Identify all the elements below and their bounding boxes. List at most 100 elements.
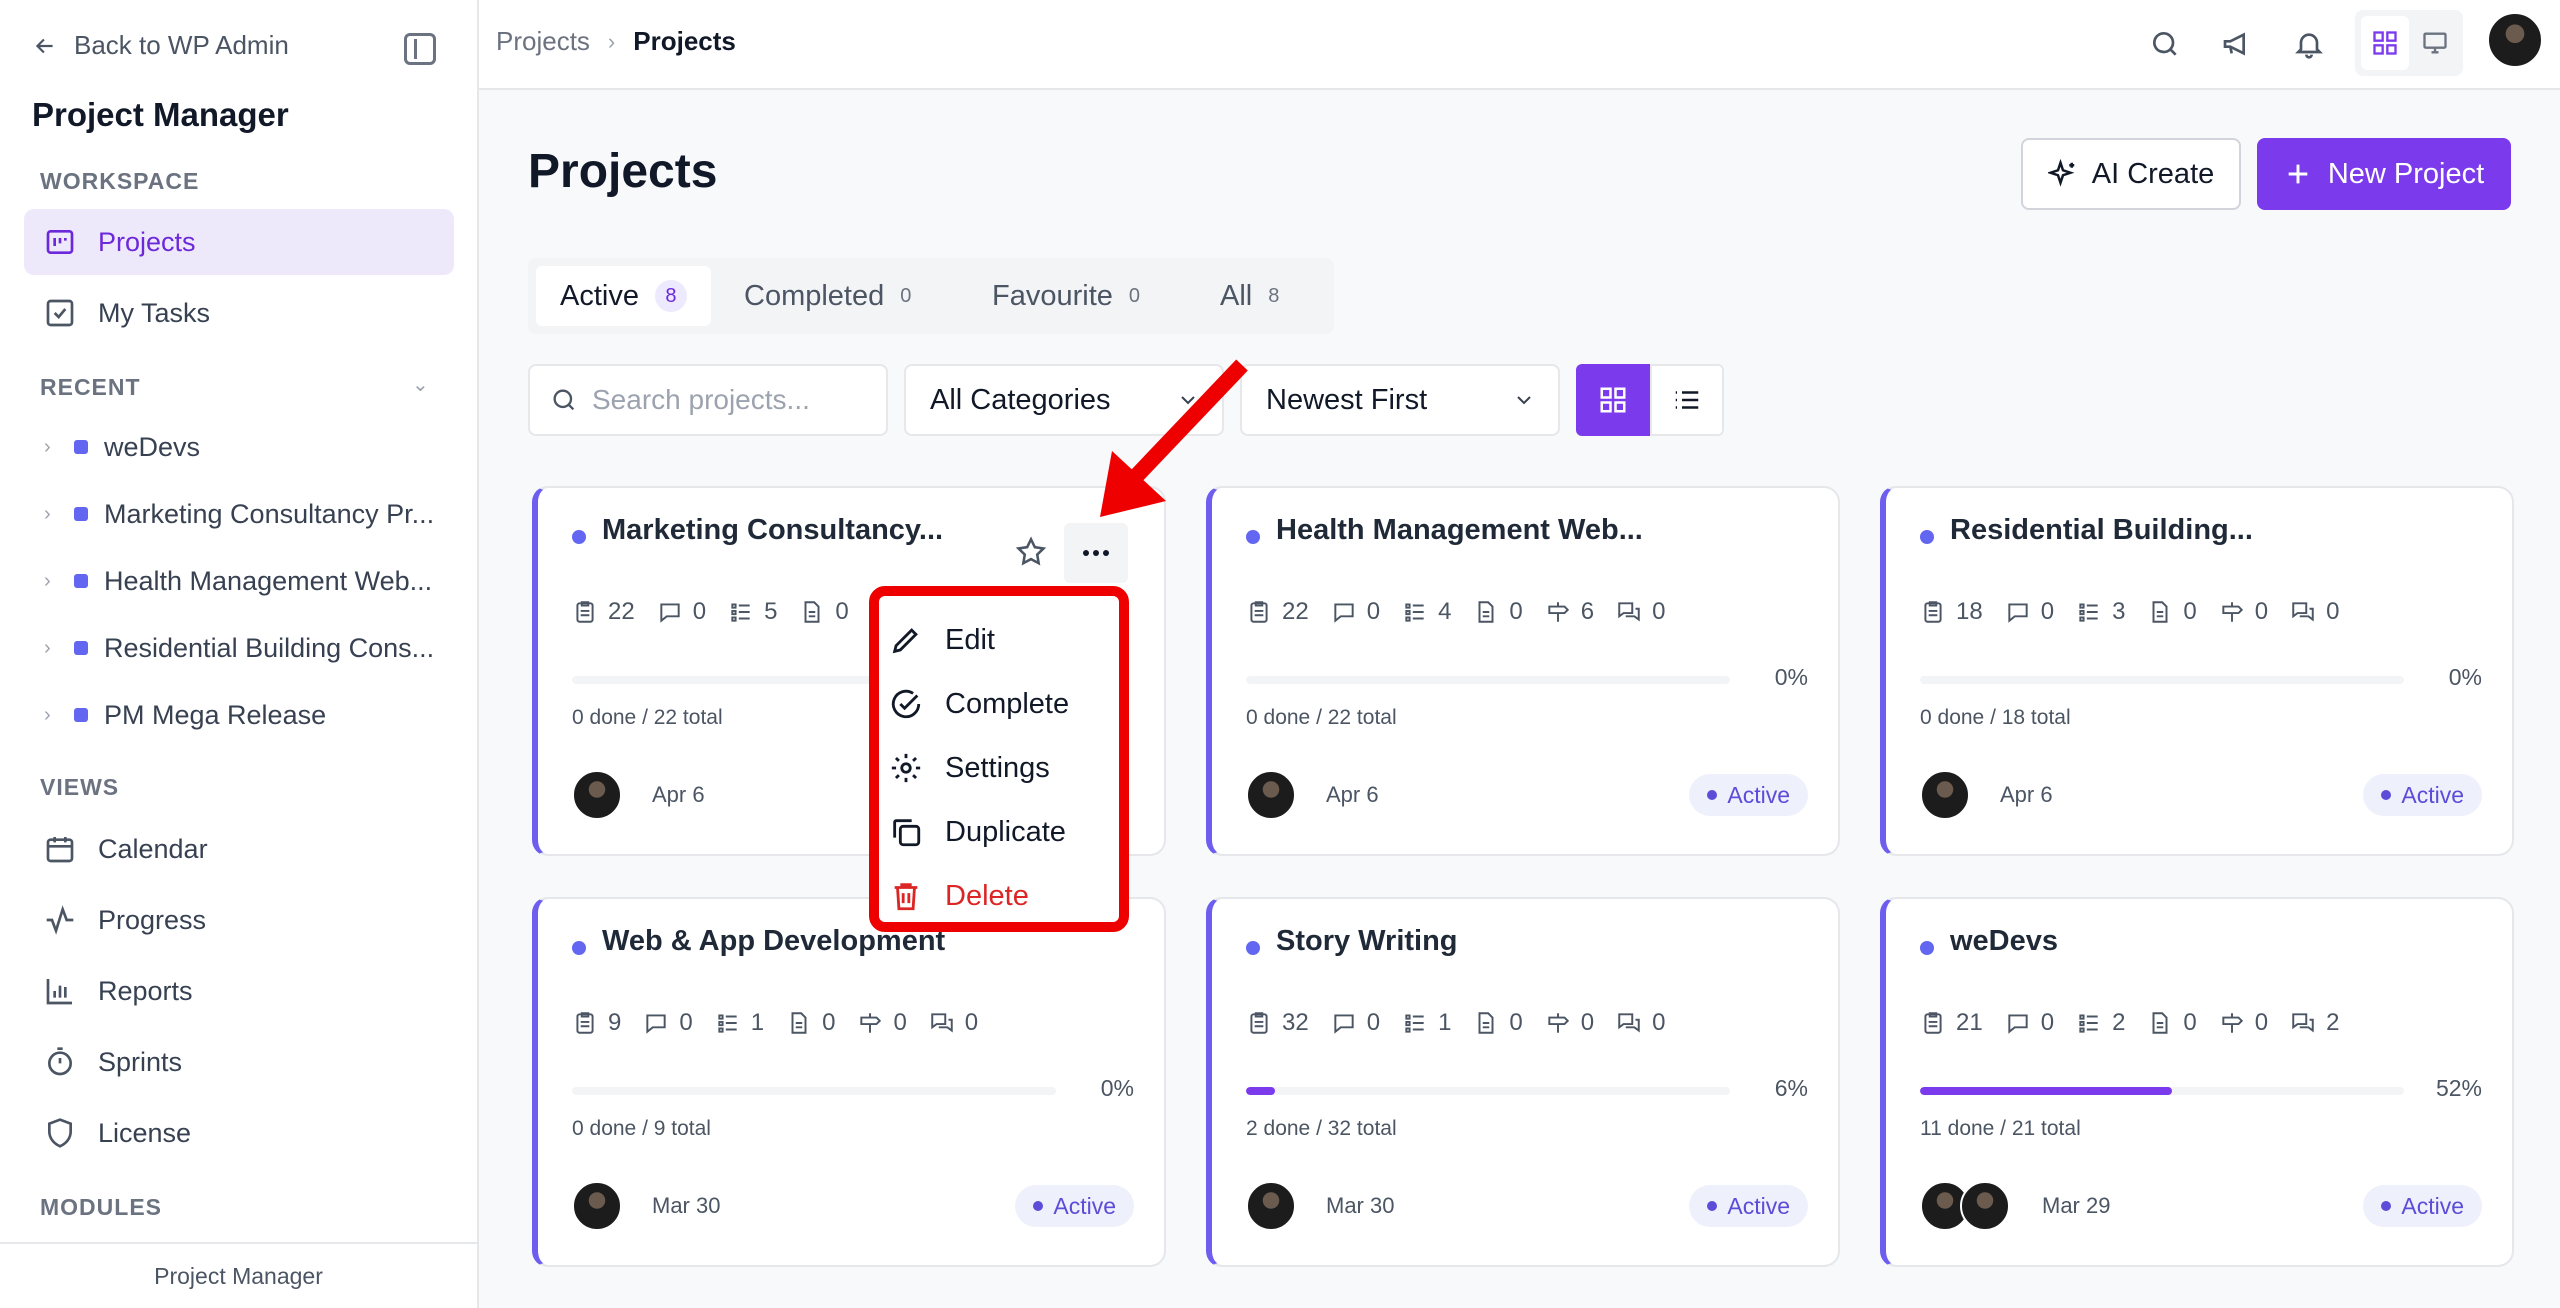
project-stat: 0 <box>799 598 849 626</box>
sort-select[interactable]: Newest First <box>1240 364 1560 436</box>
project-color-square <box>74 507 88 521</box>
recent-item[interactable]: › Residential Building Cons... <box>44 623 454 673</box>
menu-item-edit[interactable]: Edit <box>889 612 1109 668</box>
stat-value: 2 <box>2326 1009 2340 1036</box>
recent-item[interactable]: › Marketing Consultancy Pr... <box>44 489 454 539</box>
discussion-icon <box>1618 1013 1640 1033</box>
search-icon[interactable] <box>2143 22 2187 66</box>
sidebar-item-projects[interactable]: Projects <box>24 209 454 275</box>
recent-item[interactable]: › weDevs <box>44 422 454 472</box>
progress-fill <box>1246 1087 1276 1095</box>
progress-bar <box>1920 1087 2404 1095</box>
project-color-square <box>74 574 88 588</box>
tasks-checkbox-icon <box>46 299 74 327</box>
search-input[interactable] <box>592 384 872 416</box>
dashboard-view-icon[interactable] <box>2361 16 2409 70</box>
bell-icon[interactable] <box>2287 22 2331 66</box>
milestone-icon <box>1548 602 1569 622</box>
project-card[interactable]: Health Management Web... 22 0 4 0 6 0 0% 0 do… <box>1206 486 1840 856</box>
breadcrumb: Projects › Projects <box>496 26 736 57</box>
menu-item-settings[interactable]: Settings <box>889 740 1109 796</box>
tab-active[interactable]: Active 8 <box>536 266 711 326</box>
stat-value: 0 <box>1509 598 1523 625</box>
collapse-sidebar-icon[interactable] <box>404 33 436 65</box>
stat-value: 0 <box>1509 1009 1523 1036</box>
search-box <box>528 364 888 436</box>
ai-create-button[interactable]: AI Create <box>2021 138 2241 210</box>
stat-value: 0 <box>2254 1009 2269 1036</box>
project-card[interactable]: Web & App Development 901000 0% 0 done /… <box>532 897 1166 1267</box>
project-stat: 0 <box>1331 598 1380 626</box>
sidebar-item-license[interactable]: License <box>24 1100 454 1166</box>
tab-all[interactable]: All 8 <box>1196 266 1303 326</box>
stat-value: 0 <box>822 1009 836 1036</box>
project-title[interactable]: weDevs <box>1950 925 2058 958</box>
project-stat: 0 <box>2005 598 2054 626</box>
user-avatar[interactable] <box>2487 12 2543 68</box>
tab-label: Completed <box>744 279 885 312</box>
project-stat: 18 <box>1920 598 1983 626</box>
sidebar-item-progress[interactable]: Progress <box>24 887 454 953</box>
top-bar: Projects › Projects <box>479 0 2560 90</box>
tab-completed[interactable]: Completed 0 <box>720 266 935 326</box>
project-title[interactable]: Residential Building... <box>1950 514 2253 547</box>
megaphone-icon[interactable] <box>2215 22 2259 66</box>
more-options-button[interactable] <box>1064 523 1128 583</box>
recent-item[interactable]: › PM Mega Release <box>44 690 454 740</box>
project-title[interactable]: Story Writing <box>1276 925 1458 958</box>
timer-icon <box>48 1047 72 1076</box>
project-stat: 3 <box>2076 598 2125 626</box>
project-date: Apr 6 <box>2000 782 2053 807</box>
clipboard-icon <box>576 1012 594 1034</box>
monitor-view-icon[interactable] <box>2411 16 2459 70</box>
sidebar-item-sprints[interactable]: Sprints <box>24 1029 454 1095</box>
project-card[interactable]: Residential Building... 18 0 3 0 0 0 0% 0 don… <box>1880 486 2514 856</box>
project-stat: 21 <box>1920 1009 1983 1037</box>
gear-icon <box>891 753 921 783</box>
project-stat: 0 <box>2219 598 2268 626</box>
grid-view-button[interactable] <box>1576 364 1650 436</box>
recent-item[interactable]: › Health Management Web... <box>44 556 454 606</box>
project-date: Apr 6 <box>652 782 705 807</box>
member-avatar[interactable] <box>1920 770 1970 820</box>
menu-item-label: Edit <box>945 623 995 656</box>
tab-favourite[interactable]: Favourite 0 <box>968 266 1164 326</box>
sidebar-item-calendar[interactable]: Calendar <box>24 816 454 882</box>
member-avatar[interactable] <box>1246 1181 1296 1231</box>
file-icon <box>1478 601 1494 623</box>
menu-item-delete[interactable]: Delete <box>889 868 1109 924</box>
list-view-button[interactable] <box>1650 364 1724 436</box>
member-avatar[interactable] <box>572 1181 622 1231</box>
menu-item-duplicate[interactable]: Duplicate <box>889 804 1109 860</box>
breadcrumb-parent[interactable]: Projects <box>496 26 590 57</box>
back-to-wp-admin-link[interactable]: Back to WP Admin <box>32 30 289 61</box>
project-card[interactable]: weDevs 21 0 2 0 0 2 52% 11 done / 21 total Ma… <box>1880 897 2514 1267</box>
status-badge: Active <box>1689 1185 1808 1227</box>
sidebar-item-reports[interactable]: Reports <box>24 958 454 1024</box>
project-stat: 5 <box>728 598 777 626</box>
milestone-icon <box>860 1013 882 1033</box>
chevron-down-icon[interactable]: ⌄ <box>412 372 429 397</box>
stat-value: 0 <box>1652 1009 1666 1036</box>
sidebar-item-my-tasks[interactable]: My Tasks <box>24 280 454 346</box>
menu-item-complete[interactable]: Complete <box>889 676 1109 732</box>
stat-value: 5 <box>764 598 778 625</box>
project-card[interactable]: Story Writing 32 0 1 0 0 0 6% 2 done / 32 tot… <box>1206 897 1840 1267</box>
project-date: Mar 30 <box>1326 1193 1395 1218</box>
project-title[interactable]: Health Management Web... <box>1276 514 1643 547</box>
stat-value: 0 <box>835 598 849 625</box>
project-actions-menu: Edit Complete Settings Duplicate Delete <box>869 586 1129 932</box>
new-project-button[interactable]: New Project <box>2257 138 2511 210</box>
stat-value: 0 <box>1652 598 1666 625</box>
progress-bar <box>1246 1087 1730 1095</box>
project-title[interactable]: Marketing Consultancy... <box>602 514 943 547</box>
project-stat: 0 <box>643 1009 693 1037</box>
member-avatar[interactable] <box>572 770 622 820</box>
favourite-star-icon[interactable] <box>1014 535 1048 574</box>
stat-value: 21 <box>1956 1009 1983 1036</box>
chevron-down-icon <box>1517 396 1531 405</box>
member-avatar[interactable] <box>1246 770 1296 820</box>
project-stat: 22 <box>1246 598 1309 626</box>
member-avatar[interactable] <box>1960 1181 2010 1231</box>
task-list-icon <box>1405 1014 1424 1033</box>
